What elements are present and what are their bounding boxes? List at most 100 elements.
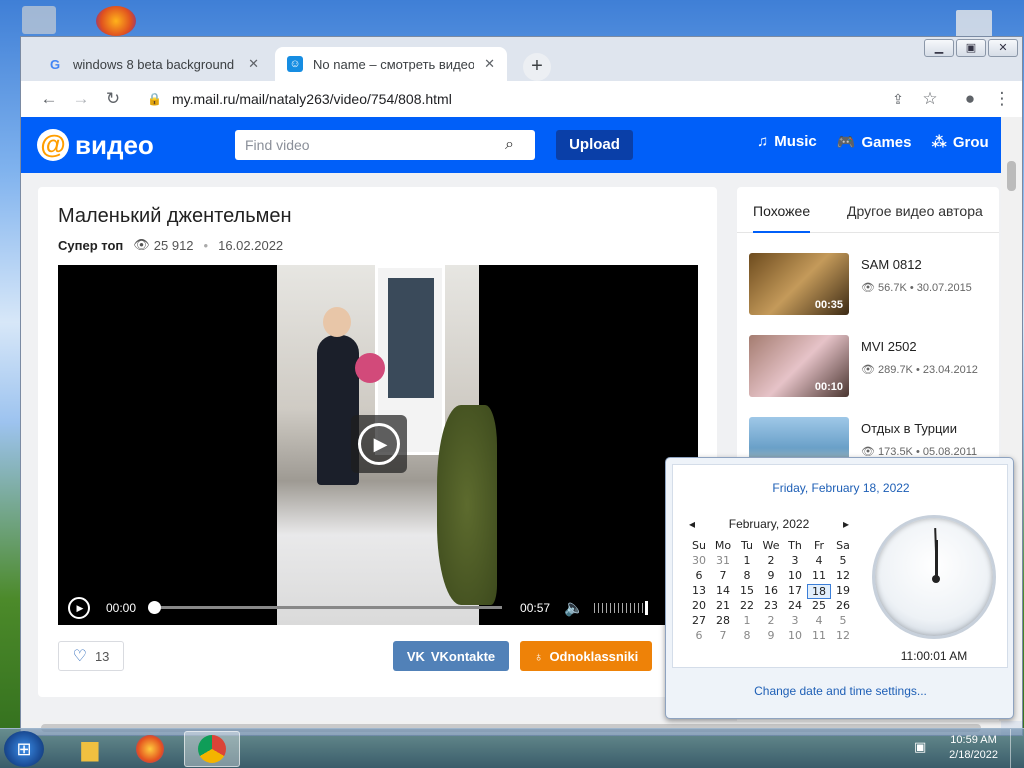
forward-arrow-icon[interactable]: → [65,89,97,109]
calendar-day[interactable]: 5 [831,614,855,629]
channel-name[interactable]: Супер топ [58,238,123,253]
big-play-button[interactable]: ▶ [351,415,407,473]
calendar-day[interactable]: 19 [831,584,855,599]
tab-mail-video[interactable]: ☺ No name – смотреть видео онл ✕ [275,47,507,81]
change-date-time-link[interactable]: Change date and time settings... [666,684,1015,698]
taskbar-chrome[interactable] [184,731,240,767]
next-month-arrow-icon[interactable]: ▸ [843,517,849,531]
profile-avatar-icon[interactable]: ● [954,89,986,109]
calendar-day[interactable]: 26 [831,599,855,614]
calendar-day[interactable]: 1 [735,614,759,629]
calendar-day[interactable]: 6 [687,569,711,584]
firefox-desktop-icon[interactable] [96,6,136,36]
calendar-day[interactable]: 16 [759,584,783,599]
nav-music[interactable]: ♫ Music [757,133,817,151]
calendar-day[interactable]: 2 [759,554,783,569]
full-date-link[interactable]: Friday, February 18, 2022 [673,481,1009,495]
taskbar-firefox[interactable] [122,731,178,767]
calendar-day[interactable]: 17 [783,584,807,599]
calendar-day[interactable]: 13 [687,584,711,599]
progress-bar[interactable] [148,601,503,614]
prev-month-arrow-icon[interactable]: ◂ [689,517,695,531]
calendar-day[interactable]: 7 [711,629,735,644]
close-tab-icon[interactable]: ✕ [484,56,495,72]
calendar-day[interactable]: 11 [807,569,831,584]
calendar-day[interactable]: 24 [783,599,807,614]
calendar-day[interactable]: 23 [759,599,783,614]
site-logo[interactable]: @ видео [37,129,154,161]
calendar-day[interactable]: 31 [711,554,735,569]
menu-kebab-icon[interactable]: ⋮ [986,89,1018,109]
calendar-day[interactable]: 8 [735,569,759,584]
calendar-day[interactable]: 25 [807,599,831,614]
calendar-day[interactable]: 15 [735,584,759,599]
bookmark-star-icon[interactable]: ☆ [914,89,946,109]
calendar-day[interactable]: 9 [759,629,783,644]
address-bar[interactable]: 🔒 my.mail.ru/mail/nataly263/video/754/80… [139,85,872,113]
calendar-day[interactable]: 21 [711,599,735,614]
calendar-day[interactable]: 8 [735,629,759,644]
maximize-button[interactable]: ▣ [956,39,986,57]
calendar-day[interactable]: 11 [807,629,831,644]
calendar-day[interactable]: 22 [735,599,759,614]
calendar-day[interactable]: 28 [711,614,735,629]
related-title[interactable]: Отдых в Турции [861,421,957,436]
calendar-day[interactable]: 4 [807,614,831,629]
nav-games[interactable]: 🎮 Games [837,133,912,151]
related-video-item[interactable]: 00:10 MVI 2502 👁 289.7K • 23.04.2012 [749,335,994,399]
calendar-day[interactable]: 10 [783,569,807,584]
calendar-day[interactable]: 14 [711,584,735,599]
search-input[interactable]: Find video ⌕ [235,130,535,160]
search-icon[interactable]: ⌕ [505,136,535,154]
close-button[interactable]: ✕ [988,39,1018,57]
system-clock[interactable]: 10:59 AM 2/18/2022 [949,733,998,763]
video-thumbnail[interactable]: 00:10 [749,335,849,397]
month-title[interactable]: February, 2022 [729,517,810,531]
related-title[interactable]: SAM 0812 [861,257,922,272]
recycle-bin-icon[interactable] [22,6,56,34]
scroll-thumb[interactable] [1007,161,1016,191]
tab-author-videos[interactable]: Другое видео автора [847,203,983,219]
taskbar-explorer[interactable]: ▆ [62,731,118,767]
calendar-day[interactable]: 1 [735,554,759,569]
show-desktop-button[interactable] [1010,729,1024,768]
calendar-day[interactable]: 3 [783,614,807,629]
calendar-day[interactable]: 7 [711,569,735,584]
calendar-day[interactable]: 5 [831,554,855,569]
back-arrow-icon[interactable]: ← [33,89,65,109]
minimize-button[interactable]: ▁ [924,39,954,57]
volume-icon[interactable]: 🔈 [564,598,584,618]
calendar-day[interactable]: 10 [783,629,807,644]
progress-knob[interactable] [148,601,162,614]
new-tab-button[interactable]: + [523,53,551,81]
play-pause-button[interactable]: ▶ [68,596,90,619]
calendar-day[interactable]: 2 [759,614,783,629]
calendar-day[interactable]: 30 [687,554,711,569]
calendar-day[interactable]: 20 [687,599,711,614]
video-thumbnail[interactable]: 00:35 [749,253,849,315]
nav-groups[interactable]: ⁂ Grou [932,133,989,151]
video-player[interactable]: ▶ ▶ 00:00 00:57 🔈 [58,265,698,625]
calendar-day[interactable]: 3 [783,554,807,569]
tab-windows8-background[interactable]: G windows 8 beta background - Re ✕ [35,47,271,81]
calendar-day[interactable]: 12 [831,629,855,644]
calendar-day[interactable]: 4 [807,554,831,569]
calendar-day[interactable]: 9 [759,569,783,584]
upload-button[interactable]: Upload [556,130,633,160]
calendar-day[interactable]: 6 [687,629,711,644]
start-button[interactable]: ⊞ [4,731,44,767]
volume-slider[interactable] [593,600,648,615]
calendar-day[interactable]: 12 [831,569,855,584]
share-vk-button[interactable]: VK VKontakte [393,641,509,671]
calendar-day-today[interactable]: 18 [807,584,831,599]
share-ok-button[interactable]: ♁ Odnoklassniki [520,641,652,671]
share-icon[interactable]: ⇪ [882,91,914,108]
network-icon[interactable]: ▣ [914,739,926,755]
like-button[interactable]: ♡ 13 [58,641,124,671]
tab-similar[interactable]: Похожее [753,203,811,233]
reload-icon[interactable]: ↻ [97,89,129,109]
close-tab-icon[interactable]: ✕ [248,56,259,72]
related-video-item[interactable]: 00:35 SAM 0812 👁 56.7K • 30.07.2015 [749,253,994,317]
related-title[interactable]: MVI 2502 [861,339,917,354]
calendar-day[interactable]: 27 [687,614,711,629]
